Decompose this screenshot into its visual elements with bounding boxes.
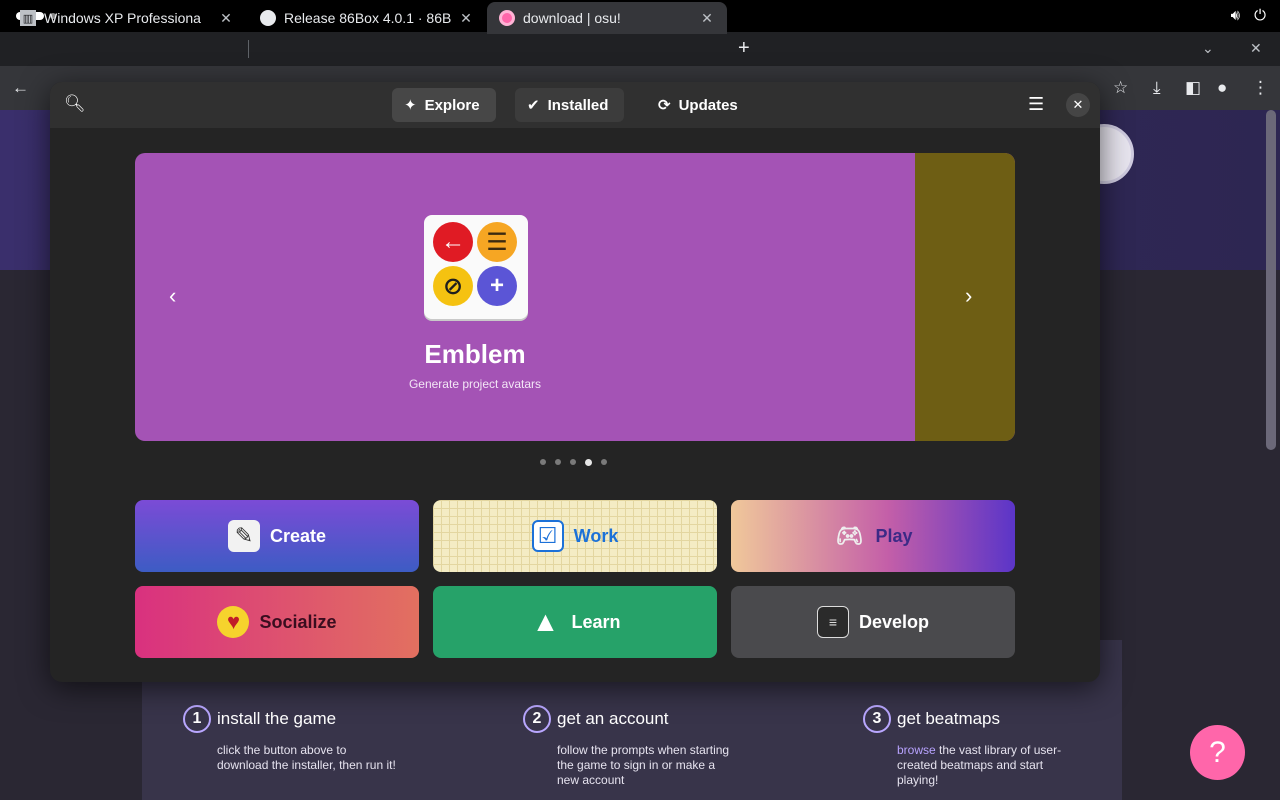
carousel-dot[interactable] <box>570 459 576 465</box>
tab-explore[interactable]: ✦ Explore <box>392 88 496 122</box>
featured-app-name: Emblem <box>424 339 526 369</box>
category-play[interactable]: 🎮︎ Play <box>731 500 1015 572</box>
carousel-indicator <box>540 459 607 466</box>
close-icon[interactable]: ✕ <box>218 10 234 27</box>
browser-tab[interactable]: ▥ Windows XP Professiona ✕ <box>8 2 246 34</box>
step-number: 2 <box>523 705 551 733</box>
list-icon: ☰ <box>477 222 517 262</box>
windows-xp-icon: ▥ <box>20 10 36 26</box>
step-number: 1 <box>183 705 211 733</box>
category-create[interactable]: ✎ Create <box>135 500 419 572</box>
prohibited-icon: ⊘ <box>433 266 473 306</box>
profile-icon[interactable]: ● <box>1217 78 1227 98</box>
chevron-left-icon[interactable]: ‹ <box>169 283 176 309</box>
gamepad-icon: 🎮︎ <box>835 523 864 548</box>
tab-title: Windows XP Professiona <box>44 10 201 26</box>
hamburger-menu-icon[interactable]: ☰ <box>1028 94 1044 115</box>
chevron-right-icon[interactable]: › <box>965 283 972 309</box>
step-install: 1 install the game click the button above… <box>183 705 397 773</box>
back-icon[interactable]: ← <box>12 78 29 98</box>
help-button[interactable]: ? <box>1190 725 1245 780</box>
step-title: install the game <box>217 709 337 728</box>
step-title: get an account <box>557 709 669 728</box>
refresh-icon: ⟳ <box>658 97 671 114</box>
heart-eyes-icon: ♥ <box>217 606 250 638</box>
close-icon[interactable]: ✕ <box>458 10 474 27</box>
category-develop[interactable]: ≡ Develop <box>731 586 1015 658</box>
side-panel-icon[interactable]: ◧ <box>1185 78 1201 98</box>
tab-installed[interactable]: ✔︎ Installed <box>515 88 625 122</box>
paint-icon: ✎ <box>227 520 260 552</box>
sparkle-icon: ✦ <box>404 97 417 114</box>
download-icon[interactable]: ⤓ <box>1153 78 1161 98</box>
header-bar: 🔍︎ ✦ Explore ✔︎ Installed ⟳ Updates ☰ ✕ <box>50 82 1100 128</box>
step-description: click the button above to download the i… <box>217 743 396 772</box>
search-icon[interactable]: 🔍︎ <box>64 94 86 114</box>
carousel-dot[interactable] <box>540 459 546 465</box>
carousel-dot-active[interactable] <box>585 459 592 466</box>
tab-search-chevron-icon[interactable]: ⌄ <box>1202 40 1214 57</box>
browse-link[interactable]: browse <box>897 743 936 757</box>
browser-tab-active[interactable]: download | osu! ✕ <box>487 2 727 34</box>
software-window: 🔍︎ ✦ Explore ✔︎ Installed ⟳ Updates ☰ ✕ ‹ ›… <box>50 82 1100 682</box>
featured-carousel[interactable]: ‹ › ← ☰ ⊘ + Emblem Generate project avat… <box>135 153 1015 441</box>
github-icon <box>260 10 276 26</box>
featured-app-summary: Generate project avatars <box>408 377 542 391</box>
plus-icon: + <box>477 266 517 306</box>
step-beatmaps: 3 get beatmaps browse the vast library of… <box>863 705 1077 788</box>
step-description: follow the prompts when starting the gam… <box>557 743 730 787</box>
new-tab-button[interactable]: + <box>738 38 750 58</box>
step-number: 3 <box>863 705 891 733</box>
tab-updates[interactable]: ⟳ Updates <box>646 88 754 122</box>
close-button[interactable]: ✕ <box>1066 93 1090 117</box>
terminal-icon: ≡ <box>816 606 849 638</box>
bookmark-star-icon[interactable]: ☆ <box>1113 78 1128 98</box>
window-close-icon[interactable]: ✕ <box>1250 40 1262 57</box>
step-account: 2 get an account follow the prompts when … <box>523 705 737 788</box>
carousel-dot[interactable] <box>601 459 607 465</box>
paper-plane-icon: ▲ <box>531 606 560 637</box>
scrollbar[interactable] <box>1266 110 1276 450</box>
check-circle-icon: ✔︎ <box>527 97 540 114</box>
carousel-dot[interactable] <box>555 459 561 465</box>
category-work[interactable]: ☑ Work <box>433 500 717 572</box>
browser-tab[interactable]: Release 86Box 4.0.1 · 86B ✕ <box>248 2 486 34</box>
power-icon[interactable]: ⏻ <box>1254 7 1266 24</box>
arrow-left-icon: ← <box>433 222 473 262</box>
osu-icon <box>499 10 515 26</box>
step-description: browse the vast library of user-created … <box>897 743 1062 787</box>
category-learn[interactable]: ▲ Learn <box>433 586 717 658</box>
category-socialize[interactable]: ♥ Socialize <box>135 586 419 658</box>
emblem-app-icon: ← ☰ ⊘ + <box>424 215 528 319</box>
step-title: get beatmaps <box>897 709 1001 728</box>
close-icon[interactable]: ✕ <box>699 10 715 27</box>
tab-title: Release 86Box 4.0.1 · 86B <box>284 10 452 26</box>
browser-tab-strip <box>0 32 1280 66</box>
checklist-icon: ☑ <box>531 520 564 552</box>
tab-title: download | osu! <box>523 10 621 26</box>
volume-icon[interactable]: 🔊︎ <box>1231 7 1240 24</box>
browser-menu-icon[interactable]: ⋮ <box>1252 78 1269 98</box>
